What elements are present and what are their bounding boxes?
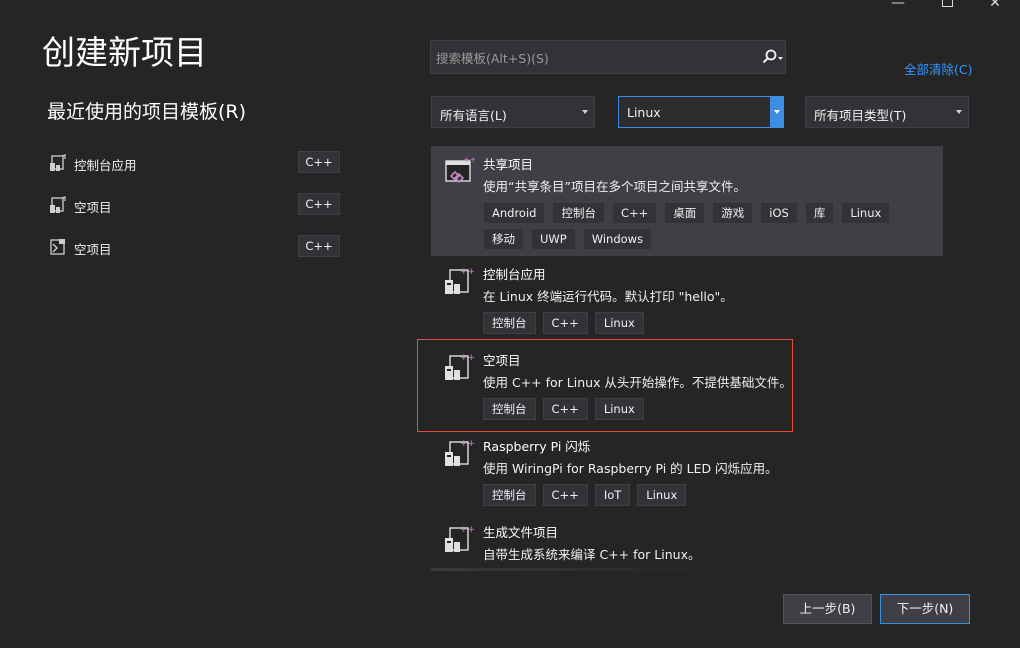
platform-filter-value: Linux xyxy=(627,105,661,120)
template-item-raspberry-pi-blink[interactable]: ++ Raspberry Pi 闪烁 使用 WiringPi for Raspb… xyxy=(431,428,943,514)
console-app-icon xyxy=(50,154,66,171)
svg-text:++: ++ xyxy=(460,525,475,535)
clear-all-link[interactable]: 全部清除(C) xyxy=(904,59,972,78)
template-description: 使用 WiringPi for Raspberry Pi 的 LED 闪烁应用。 xyxy=(483,461,778,476)
project-type-filter-value: 所有项目类型(T) xyxy=(814,108,907,123)
recent-item-empty-project[interactable]: 空项目 C++ xyxy=(47,193,347,219)
template-tags: Android 控制台 C++ 桌面 游戏 iOS 库 Linux 移动 UWP Windows xyxy=(483,202,923,254)
minimize-icon: — xyxy=(891,0,905,11)
tag: 库 xyxy=(804,202,835,224)
tag: IoT xyxy=(594,484,631,506)
list-scroll-fade xyxy=(431,568,721,571)
template-description: 使用 C++ for Linux 从头开始操作。不提供基础文件。 xyxy=(483,375,792,390)
svg-text:++: ++ xyxy=(460,439,475,449)
tag: 游戏 xyxy=(712,202,754,224)
next-button[interactable]: 下一步(N) xyxy=(880,594,970,624)
language-badge: C++ xyxy=(298,193,340,215)
recent-item-empty-project-windows[interactable]: 空项目 C++ xyxy=(47,235,347,261)
template-name: Raspberry Pi 闪烁 xyxy=(483,439,591,454)
tag: 控制台 xyxy=(483,312,536,334)
tag: 控制台 xyxy=(483,484,536,506)
linux-cpp-icon: ++ xyxy=(445,439,475,466)
tag: C++ xyxy=(542,484,588,506)
tag: UWP xyxy=(531,228,576,250)
tag: 控制台 xyxy=(483,398,536,420)
template-item-shared-project[interactable]: ++ 共享项目 使用“共享条目”项目在多个项目之间共享文件。 Android 控制… xyxy=(431,146,943,256)
svg-text:++: ++ xyxy=(463,156,475,164)
template-description: 使用“共享条目”项目在多个项目之间共享文件。 xyxy=(483,179,746,194)
page-title: 创建新项目 xyxy=(42,33,207,72)
template-search-box xyxy=(430,40,786,75)
tag: C++ xyxy=(542,312,588,334)
tag: Linux xyxy=(594,398,644,420)
linux-cpp-icon: ++ xyxy=(445,267,475,294)
template-tags: 控制台 C++ IoT Linux xyxy=(483,484,923,510)
tag: 桌面 xyxy=(664,202,706,224)
svg-text:++: ++ xyxy=(460,353,475,363)
close-button[interactable]: ✕ xyxy=(983,0,1007,12)
recent-item-label: 控制台应用 xyxy=(74,158,137,173)
maximize-icon xyxy=(941,0,953,7)
template-description: 自带生成系统来编译 C++ for Linux。 xyxy=(483,547,701,562)
tag: Android xyxy=(483,202,546,224)
linux-cpp-icon: ++ xyxy=(445,353,475,380)
search-icon xyxy=(762,49,783,64)
linux-cpp-icon: ++ xyxy=(445,525,475,552)
project-type-filter-dropdown[interactable]: 所有项目类型(T) xyxy=(805,96,969,128)
tag: Linux xyxy=(841,202,891,224)
minimize-button[interactable]: — xyxy=(886,0,910,12)
recent-item-console-app[interactable]: 控制台应用 C++ xyxy=(47,151,347,177)
tag: Linux xyxy=(637,484,687,506)
recent-templates-heading: 最近使用的项目模板(R) xyxy=(47,101,247,123)
template-item-empty-project[interactable]: ++ 空项目 使用 C++ for Linux 从头开始操作。不提供基础文件。 … xyxy=(431,342,943,428)
language-filter-dropdown[interactable]: 所有语言(L) xyxy=(431,96,595,128)
tag: C++ xyxy=(542,398,588,420)
template-name: 控制台应用 xyxy=(483,267,546,282)
tag: 控制台 xyxy=(552,202,605,224)
chevron-down-icon xyxy=(956,110,962,114)
close-icon: ✕ xyxy=(989,0,1001,11)
template-tags: 控制台 C++ Linux xyxy=(483,312,923,338)
language-filter-value: 所有语言(L) xyxy=(440,108,507,123)
chevron-down-icon xyxy=(774,110,780,114)
svg-text:++: ++ xyxy=(460,267,475,277)
maximize-button[interactable] xyxy=(935,0,959,12)
search-button[interactable] xyxy=(755,41,785,73)
tag: iOS xyxy=(760,202,798,224)
shared-project-icon: ++ xyxy=(445,156,475,184)
template-tags: 控制台 C++ Linux xyxy=(483,398,923,424)
template-name: 空项目 xyxy=(483,353,521,368)
platform-filter-dropdown[interactable]: Linux xyxy=(618,96,784,128)
tag: Linux xyxy=(594,312,644,334)
template-item-makefile-project[interactable]: ++ 生成文件项目 自带生成系统来编译 C++ for Linux。 xyxy=(431,514,943,570)
recent-item-label: 空项目 xyxy=(74,242,112,257)
template-name: 生成文件项目 xyxy=(483,525,559,540)
back-button[interactable]: 上一步(B) xyxy=(783,594,872,624)
search-input[interactable] xyxy=(431,41,758,75)
template-name: 共享项目 xyxy=(483,157,534,172)
language-badge: C++ xyxy=(298,235,340,257)
empty-project-icon xyxy=(50,196,66,213)
template-item-console-app[interactable]: ++ 控制台应用 在 Linux 终端运行代码。默认打印 "hello"。 控制… xyxy=(431,256,943,342)
recent-item-label: 空项目 xyxy=(74,200,112,215)
tag: C++ xyxy=(611,202,658,224)
template-description: 在 Linux 终端运行代码。默认打印 "hello"。 xyxy=(483,289,733,304)
tag: Windows xyxy=(582,228,653,250)
language-badge: C++ xyxy=(298,151,340,173)
empty-project-windows-icon xyxy=(50,239,65,255)
tag: 移动 xyxy=(483,228,524,250)
chevron-down-icon xyxy=(582,110,588,114)
